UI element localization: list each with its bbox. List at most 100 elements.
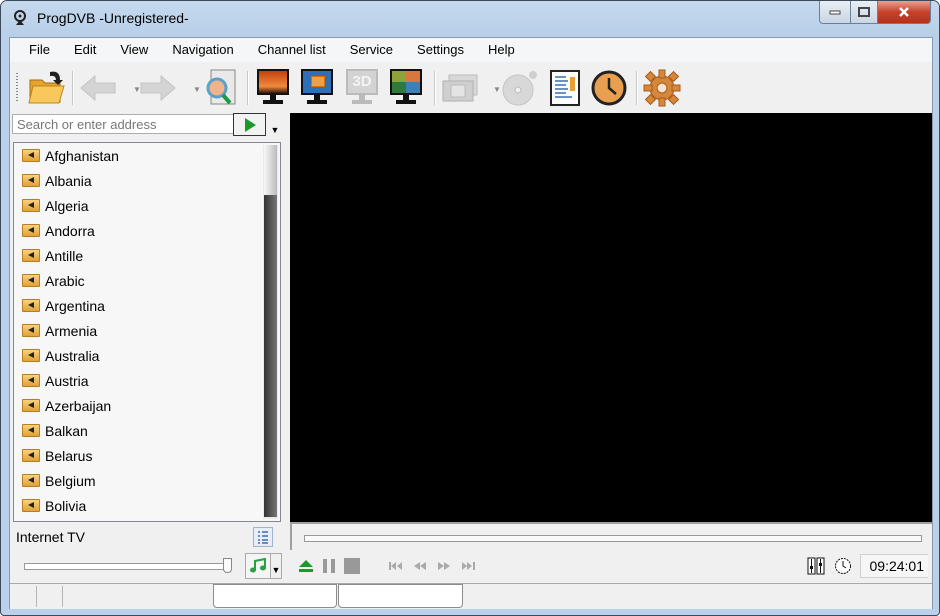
previous-button[interactable] [388,558,404,574]
menu-settings[interactable]: Settings [405,38,476,62]
audio-track-dropdown[interactable]: ▼ [271,553,282,579]
forward-dropdown[interactable]: ▼ [193,85,201,94]
channel-list-scrollbar[interactable] [263,145,278,519]
audio-track-button[interactable] [245,553,271,579]
folder-icon [22,299,40,312]
close-button[interactable] [878,1,931,24]
play-icon [244,117,256,132]
app-window: ProgDVB -Unregistered- File Edit View Na… [0,0,940,616]
settings-button[interactable] [642,68,682,108]
mosaic-button[interactable] [386,68,426,108]
close-icon [899,7,909,17]
mosaic-monitor-icon [390,69,422,107]
folder-icon [22,399,40,412]
channel-folder-item[interactable]: Austria [14,368,264,393]
menu-help[interactable]: Help [476,38,527,62]
channel-folder-item[interactable]: Albania [14,168,264,193]
fullscreen-button[interactable] [253,68,293,108]
pause-button[interactable] [322,558,336,574]
search-button[interactable] [200,68,240,108]
scheduler-button[interactable] [589,68,629,108]
folder-icon [22,424,40,437]
scrollbar-thumb[interactable] [264,195,277,517]
channel-folder-item[interactable]: Antille [14,243,264,268]
search-input[interactable] [12,114,234,134]
channel-folder-item[interactable]: Australia [14,343,264,368]
3d-button[interactable]: 3D [342,68,382,108]
channel-folder-label: Azerbaijan [45,397,112,414]
channel-folder-item[interactable]: Belgium [14,468,264,493]
title-bar[interactable]: ProgDVB -Unregistered- [1,1,939,37]
recordings-film-icon [442,74,478,102]
fast-forward-button[interactable] [436,558,452,574]
menu-file[interactable]: File [10,38,62,62]
search-dropdown[interactable]: ▼ [268,113,282,137]
video-display[interactable] [290,113,932,522]
menu-channel-list[interactable]: Channel list [246,38,338,62]
skip-back-icon [389,562,402,570]
menu-view[interactable]: View [108,38,160,62]
minimize-icon [829,10,841,15]
go-button[interactable] [233,113,266,136]
open-button[interactable] [26,68,66,108]
timer-button[interactable] [833,556,853,576]
toolbar-separator [636,71,637,105]
channel-folder-item[interactable]: Azerbaijan [14,393,264,418]
channel-folder-label: Bolivia [45,497,87,514]
eject-button[interactable] [298,558,314,574]
channel-folder-item[interactable]: Algeria [14,193,264,218]
list-view-button[interactable] [253,527,273,547]
channel-folder-label: Austria [45,372,89,389]
scheduler-clock-icon [591,70,627,106]
folder-icon [22,249,40,262]
next-button[interactable] [460,558,476,574]
channel-folder-item[interactable]: Afghanistan [14,143,264,168]
scrollbar-track[interactable] [264,145,277,195]
back-button[interactable] [78,68,118,108]
channel-folder-item[interactable]: Belarus [14,443,264,468]
channel-folder-label: Australia [45,347,100,364]
window-title: ProgDVB -Unregistered- [37,10,189,26]
fast-forward-icon [438,562,450,570]
menu-navigation[interactable]: Navigation [160,38,245,62]
rewind-button[interactable] [412,558,428,574]
stop-icon [344,558,360,574]
equalizer-button[interactable] [806,556,826,576]
folder-icon [22,349,40,362]
channel-folder-item[interactable]: Balkan [14,418,264,443]
menu-edit[interactable]: Edit [62,38,108,62]
window-mode-button[interactable] [297,68,337,108]
music-note-icon [250,558,266,573]
disc-button[interactable] [500,68,540,108]
channel-folder-item[interactable]: Andorra [14,218,264,243]
client-area: File Edit View Navigation Channel list S… [9,37,933,609]
volume-slider-thumb[interactable] [223,558,232,573]
status-cell [62,586,63,607]
toolbar-grip[interactable] [16,73,18,103]
folder-icon [22,174,40,187]
equalizer-icon [807,557,825,575]
toolbar-separator [247,71,248,105]
menu-service[interactable]: Service [338,38,405,62]
channel-folder-item[interactable]: Armenia [14,318,264,343]
maximize-button[interactable] [851,1,878,24]
toolbar: ▼ ▼ 3D ▼ [10,63,932,113]
satellite-dish-icon [14,10,26,25]
channel-list: Afghanistan Albania Algeria Andorra Antille A… [14,143,264,518]
channel-folder-label: Afghanistan [45,147,119,164]
recordings-button[interactable] [440,68,480,108]
forward-button[interactable] [138,68,178,108]
folder-icon [22,324,40,337]
channel-folder-item[interactable]: Bolivia [14,493,264,518]
channel-folder-label: Arabic [45,272,85,289]
volume-slider[interactable] [24,563,230,570]
seek-bar[interactable] [304,535,922,542]
forward-arrow-icon [140,74,176,102]
recordings-dropdown[interactable]: ▼ [493,85,501,94]
info-button[interactable] [545,68,585,108]
stop-button[interactable] [344,558,360,574]
minimize-button[interactable] [819,1,851,24]
channel-folder-item[interactable]: Arabic [14,268,264,293]
channel-folder-item[interactable]: Argentina [14,293,264,318]
folder-icon [22,499,40,512]
